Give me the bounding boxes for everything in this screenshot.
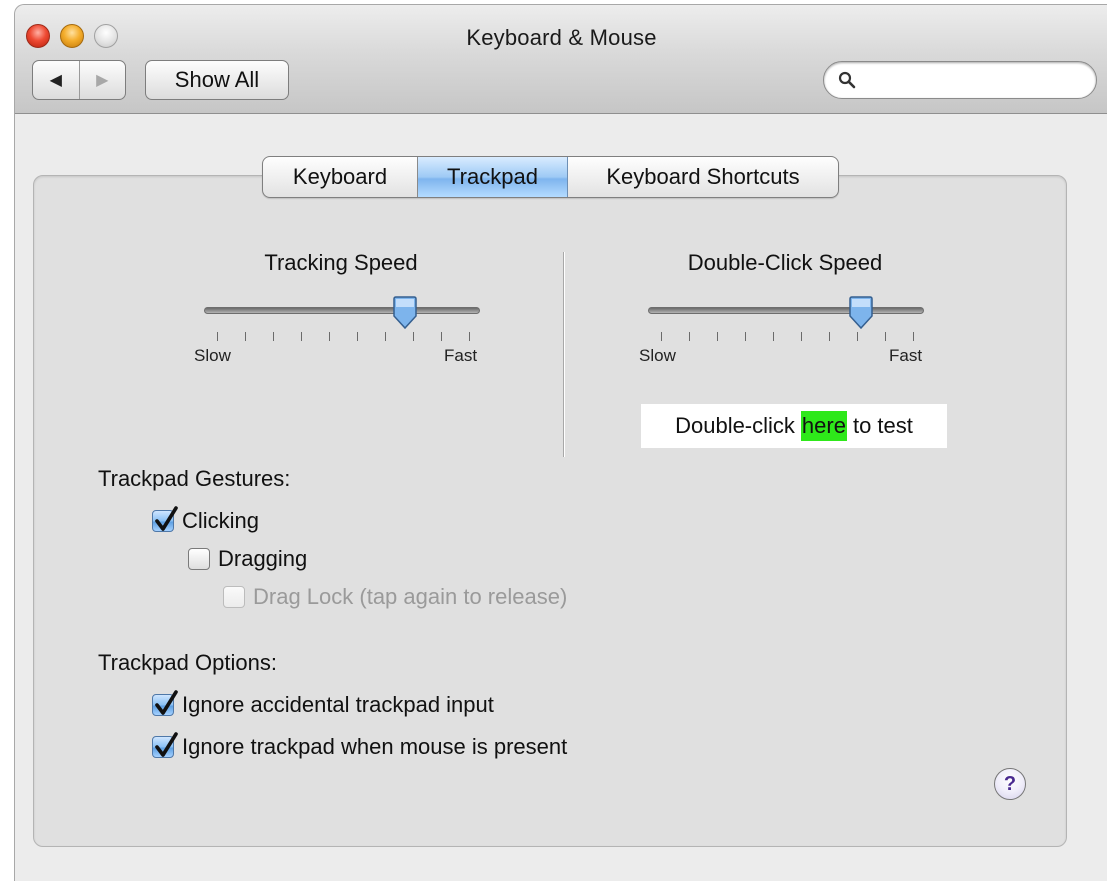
- drag-lock-option: Drag Lock (tap again to release): [223, 584, 567, 610]
- tab-keyboard-shortcuts[interactable]: Keyboard Shortcuts: [568, 157, 838, 197]
- help-icon: ?: [1003, 772, 1017, 795]
- checkmark-icon: [155, 506, 178, 531]
- forward-arrow-icon: ▶: [96, 72, 109, 89]
- slider-tick: [801, 332, 802, 341]
- double-click-fast-label: Fast: [889, 346, 923, 365]
- tracking-speed-slider[interactable]: [204, 296, 480, 330]
- slider-thumb[interactable]: [847, 296, 875, 330]
- slider-tick: [301, 332, 302, 341]
- clicking-option[interactable]: Clicking: [152, 506, 260, 534]
- ignore-accidental-input-checkbox[interactable]: [152, 690, 178, 716]
- test-suffix-text: to test: [852, 413, 913, 438]
- slider-tick: [885, 332, 886, 341]
- ignore-when-mouse-present-option[interactable]: Ignore trackpad when mouse is present: [152, 732, 568, 760]
- slider-tick: [273, 332, 274, 341]
- tab-trackpad[interactable]: Trackpad: [418, 157, 568, 197]
- tab-keyboard[interactable]: Keyboard: [263, 157, 418, 197]
- dragging-label: Dragging: [218, 546, 308, 571]
- slider-tick: [913, 332, 914, 341]
- double-click-speed-title: Double-Click Speed: [687, 250, 883, 275]
- back-button[interactable]: ◀: [33, 61, 80, 99]
- slider-tick: [413, 332, 414, 341]
- window-title: Keyboard & Mouse: [466, 25, 657, 50]
- navigation-buttons: ◀ ▶: [32, 60, 126, 100]
- show-all-button[interactable]: Show All: [145, 60, 289, 100]
- clicking-checkbox[interactable]: [152, 506, 178, 532]
- slider-tick: [245, 332, 246, 341]
- slider-tick: [717, 332, 718, 341]
- tab-bar: Keyboard Trackpad Keyboard Shortcuts: [262, 156, 839, 198]
- slider-tick: [385, 332, 386, 341]
- tracking-slow-label: Slow: [194, 346, 231, 365]
- ignore-when-mouse-present-checkbox[interactable]: [152, 732, 178, 758]
- checkmark-icon: [155, 732, 178, 757]
- slider-track: [648, 307, 924, 314]
- search-field[interactable]: [823, 61, 1097, 99]
- test-target-highlight[interactable]: here: [800, 411, 847, 441]
- drag-lock-checkbox: [223, 586, 245, 608]
- slider-tick: [217, 332, 218, 341]
- slider-tick: [441, 332, 442, 341]
- ignore-when-mouse-present-label: Ignore trackpad when mouse is present: [182, 734, 568, 759]
- dragging-option[interactable]: Dragging: [188, 546, 307, 572]
- title-bar: Keyboard & Mouse ◀ ▶ Show All: [15, 5, 1107, 114]
- drag-lock-label: Drag Lock (tap again to release): [253, 584, 568, 609]
- slider-thumb[interactable]: [391, 296, 419, 330]
- slider-tick: [773, 332, 774, 341]
- dragging-checkbox[interactable]: [188, 548, 210, 570]
- back-arrow-icon: ◀: [49, 72, 62, 89]
- vertical-divider: [563, 252, 565, 457]
- double-click-speed-slider[interactable]: [648, 296, 924, 330]
- search-icon: [838, 71, 856, 89]
- trackpad-gestures-heading: Trackpad Gestures:: [98, 466, 291, 491]
- help-button[interactable]: ?: [994, 768, 1026, 800]
- forward-button[interactable]: ▶: [80, 61, 126, 99]
- double-click-slow-label: Slow: [639, 346, 676, 365]
- clicking-label: Clicking: [182, 508, 260, 533]
- ignore-accidental-input-label: Ignore accidental trackpad input: [182, 692, 494, 717]
- search-input[interactable]: [864, 68, 1088, 94]
- slider-tick: [829, 332, 830, 341]
- tracking-fast-label: Fast: [444, 346, 478, 365]
- slider-track: [204, 307, 480, 314]
- slider-tick: [689, 332, 690, 341]
- slider-tick: [857, 332, 858, 341]
- tracking-speed-ticks: [217, 332, 470, 344]
- trackpad-options-heading: Trackpad Options:: [98, 650, 277, 675]
- slider-tick: [469, 332, 470, 341]
- double-click-test-area[interactable]: Double-click here to test: [641, 404, 947, 448]
- ignore-accidental-input-option[interactable]: Ignore accidental trackpad input: [152, 690, 494, 718]
- double-click-speed-ticks: [661, 332, 914, 344]
- slider-tick: [357, 332, 358, 341]
- test-prefix-text: Double-click: [675, 413, 795, 438]
- slider-tick: [329, 332, 330, 341]
- slider-tick: [745, 332, 746, 341]
- slider-tick: [661, 332, 662, 341]
- checkmark-icon: [155, 690, 178, 715]
- tracking-speed-title: Tracking Speed: [264, 250, 418, 275]
